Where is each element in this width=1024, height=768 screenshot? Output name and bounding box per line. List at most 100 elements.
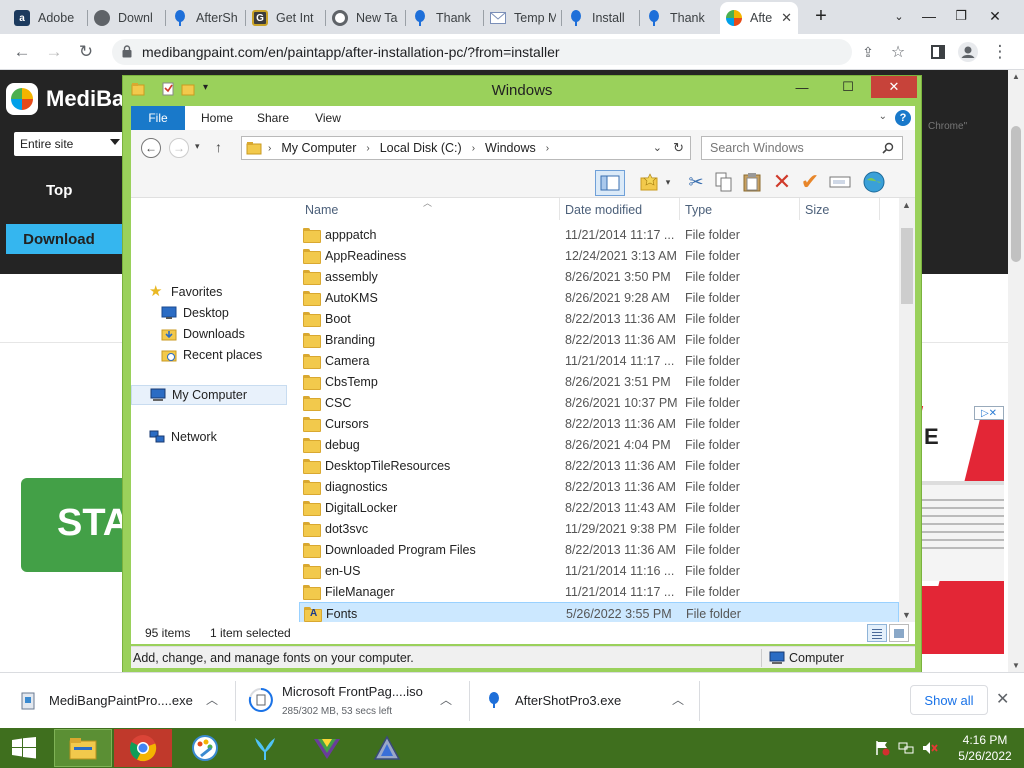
file-list-scrollbar[interactable]: ▲ ▼ <box>899 198 915 622</box>
nav-favorites[interactable]: ★ Favorites <box>149 282 222 302</box>
breadcrumb-item[interactable]: Windows <box>485 141 536 155</box>
tab-search-icon[interactable]: ⌄ <box>884 2 914 30</box>
column-date-modified[interactable]: Date modified <box>565 203 642 217</box>
start-button[interactable] <box>4 732 44 764</box>
nav-my-computer[interactable]: My Computer <box>131 385 287 405</box>
rename-field-icon[interactable] <box>827 170 853 194</box>
file-row[interactable]: Downloaded Program Files 8/22/2013 11:36 … <box>299 539 899 560</box>
file-row[interactable]: Cursors 8/22/2013 11:36 AM File folder <box>299 413 899 434</box>
minimize-icon[interactable]: — <box>779 76 825 98</box>
preview-pane-icon[interactable] <box>595 170 625 196</box>
copy-icon[interactable] <box>711 170 737 194</box>
show-all-downloads-button[interactable]: Show all <box>910 685 988 715</box>
reload-icon[interactable]: ↻ <box>74 40 98 64</box>
network-globe-icon[interactable] <box>861 170 887 194</box>
browser-tab[interactable]: AfterSh <box>166 4 246 32</box>
browser-tab[interactable]: New Ta <box>326 4 406 32</box>
file-row[interactable]: apppatch 11/21/2014 11:17 ... File folder <box>299 224 899 245</box>
close-tab-icon[interactable]: ✕ <box>781 10 792 26</box>
file-row[interactable]: CbsTemp 8/26/2021 3:51 PM File folder <box>299 371 899 392</box>
forward-icon[interactable]: → <box>42 40 66 64</box>
close-window-icon[interactable]: ✕ <box>871 76 917 98</box>
chevron-up-icon[interactable]: ︿ <box>440 691 452 708</box>
file-row-selected[interactable]: A Fonts 5/26/2022 3:55 PM File folder <box>299 602 899 622</box>
nav-recent-places[interactable]: Recent places <box>161 345 262 365</box>
details-view-icon[interactable] <box>867 624 887 642</box>
taskbar-chrome[interactable] <box>114 729 172 767</box>
volume-muted-icon[interactable] <box>922 740 938 756</box>
file-row[interactable]: AutoKMS 8/26/2021 9:28 AM File folder <box>299 287 899 308</box>
paste-icon[interactable] <box>739 170 765 194</box>
site-search-scope-select[interactable]: Entire site <box>14 132 124 156</box>
new-tab-button[interactable]: + <box>806 2 836 30</box>
adchoices-icon[interactable]: ▷✕ <box>974 406 1004 420</box>
advertisement-banner[interactable]: E <box>922 406 1004 654</box>
download-item[interactable]: Microsoft FrontPag....iso 285/302 MB, 53… <box>236 673 470 729</box>
cut-icon[interactable]: ✂ <box>683 170 709 194</box>
scroll-down-icon[interactable]: ▼ <box>902 610 911 620</box>
bookmark-star-icon[interactable]: ☆ <box>886 40 910 64</box>
profile-avatar-icon[interactable] <box>956 40 980 64</box>
file-row[interactable]: assembly 8/26/2021 3:50 PM File folder <box>299 266 899 287</box>
file-row[interactable]: en-US 11/21/2014 11:16 ... File folder <box>299 560 899 581</box>
properties-folder-icon[interactable] <box>637 170 663 194</box>
nav-downloads[interactable]: Downloads <box>161 324 245 344</box>
taskbar-corel-app[interactable] <box>298 729 356 767</box>
search-input[interactable]: Search Windows <box>701 136 903 160</box>
delete-icon[interactable]: ✕ <box>769 169 795 194</box>
tab-view[interactable]: View <box>307 106 349 130</box>
expand-ribbon-icon[interactable]: ⌄ <box>879 111 887 122</box>
taskbar-app[interactable] <box>358 729 416 767</box>
column-name[interactable]: Name <box>305 203 338 217</box>
browser-tab-active[interactable]: Afte ✕ <box>720 2 798 34</box>
browser-tab[interactable]: Install <box>562 4 640 32</box>
close-window-icon[interactable]: ✕ <box>980 2 1010 30</box>
maximize-icon[interactable]: ☐ <box>825 76 871 98</box>
system-clock[interactable]: 4:16 PM 5/26/2022 <box>950 732 1020 764</box>
scrollbar-thumb[interactable] <box>901 228 913 304</box>
chevron-up-icon[interactable]: ︿ <box>206 691 218 708</box>
breadcrumb-item[interactable]: Local Disk (C:) <box>380 141 462 155</box>
column-size[interactable]: Size <box>805 203 829 217</box>
address-bar[interactable]: medibangpaint.com/en/paintapp/after-inst… <box>112 39 852 65</box>
browser-tab[interactable]: Downl <box>88 4 166 32</box>
file-row[interactable]: dot3svc 11/29/2021 9:38 PM File folder <box>299 518 899 539</box>
file-row[interactable]: Boot 8/22/2013 11:36 AM File folder <box>299 308 899 329</box>
file-row[interactable]: CSC 8/26/2021 10:37 PM File folder <box>299 392 899 413</box>
address-dropdown-icon[interactable]: ⌄ <box>653 141 662 154</box>
scroll-up-icon[interactable]: ▲ <box>1012 72 1020 81</box>
network-status-icon[interactable] <box>898 740 914 756</box>
taskbar-paint-app[interactable] <box>176 729 234 767</box>
medibang-logo-icon[interactable] <box>6 83 38 115</box>
tab-file[interactable]: File <box>131 106 185 130</box>
forward-icon[interactable]: → <box>169 138 189 158</box>
file-row[interactable]: Camera 11/21/2014 11:17 ... File folder <box>299 350 899 371</box>
back-icon[interactable]: ← <box>141 138 161 158</box>
side-panel-icon[interactable] <box>926 40 950 64</box>
file-row[interactable]: diagnostics 8/22/2013 11:36 AM File folder <box>299 476 899 497</box>
back-icon[interactable]: ← <box>10 40 34 64</box>
file-row[interactable]: Branding 8/22/2013 11:36 AM File folder <box>299 329 899 350</box>
site-logo-text[interactable]: MediBa <box>46 86 124 112</box>
taskbar-file-explorer[interactable] <box>54 729 112 767</box>
file-row[interactable]: DigitalLocker 8/22/2013 11:43 AM File fold… <box>299 497 899 518</box>
dropdown-icon[interactable]: ▾ <box>661 170 675 194</box>
scroll-down-icon[interactable]: ▼ <box>1012 661 1020 670</box>
large-icons-view-icon[interactable] <box>889 624 909 642</box>
minimize-icon[interactable]: — <box>914 2 944 30</box>
restore-icon[interactable]: ❐ <box>946 2 976 30</box>
rename-check-icon[interactable]: ✔ <box>797 169 823 194</box>
file-row[interactable]: DesktopTileResources 8/22/2013 11:36 AM Fi… <box>299 455 899 476</box>
column-type[interactable]: Type <box>685 203 712 217</box>
browser-tab[interactable]: Temp M <box>484 4 562 32</box>
page-scrollbar[interactable]: ▲ ▼ <box>1008 70 1024 672</box>
nav-desktop[interactable]: Desktop <box>161 303 229 323</box>
help-icon[interactable]: ? <box>895 110 911 126</box>
share-icon[interactable]: ⇪ <box>856 40 880 64</box>
action-center-flag-icon[interactable] <box>874 740 890 756</box>
file-row[interactable]: debug 8/26/2021 4:04 PM File folder <box>299 434 899 455</box>
close-downloads-bar-icon[interactable]: ✕ <box>996 689 1009 709</box>
browser-tab[interactable]: a Adobe <box>8 4 88 32</box>
tab-share[interactable]: Share <box>251 106 295 130</box>
chevron-up-icon[interactable]: ︿ <box>672 691 684 708</box>
